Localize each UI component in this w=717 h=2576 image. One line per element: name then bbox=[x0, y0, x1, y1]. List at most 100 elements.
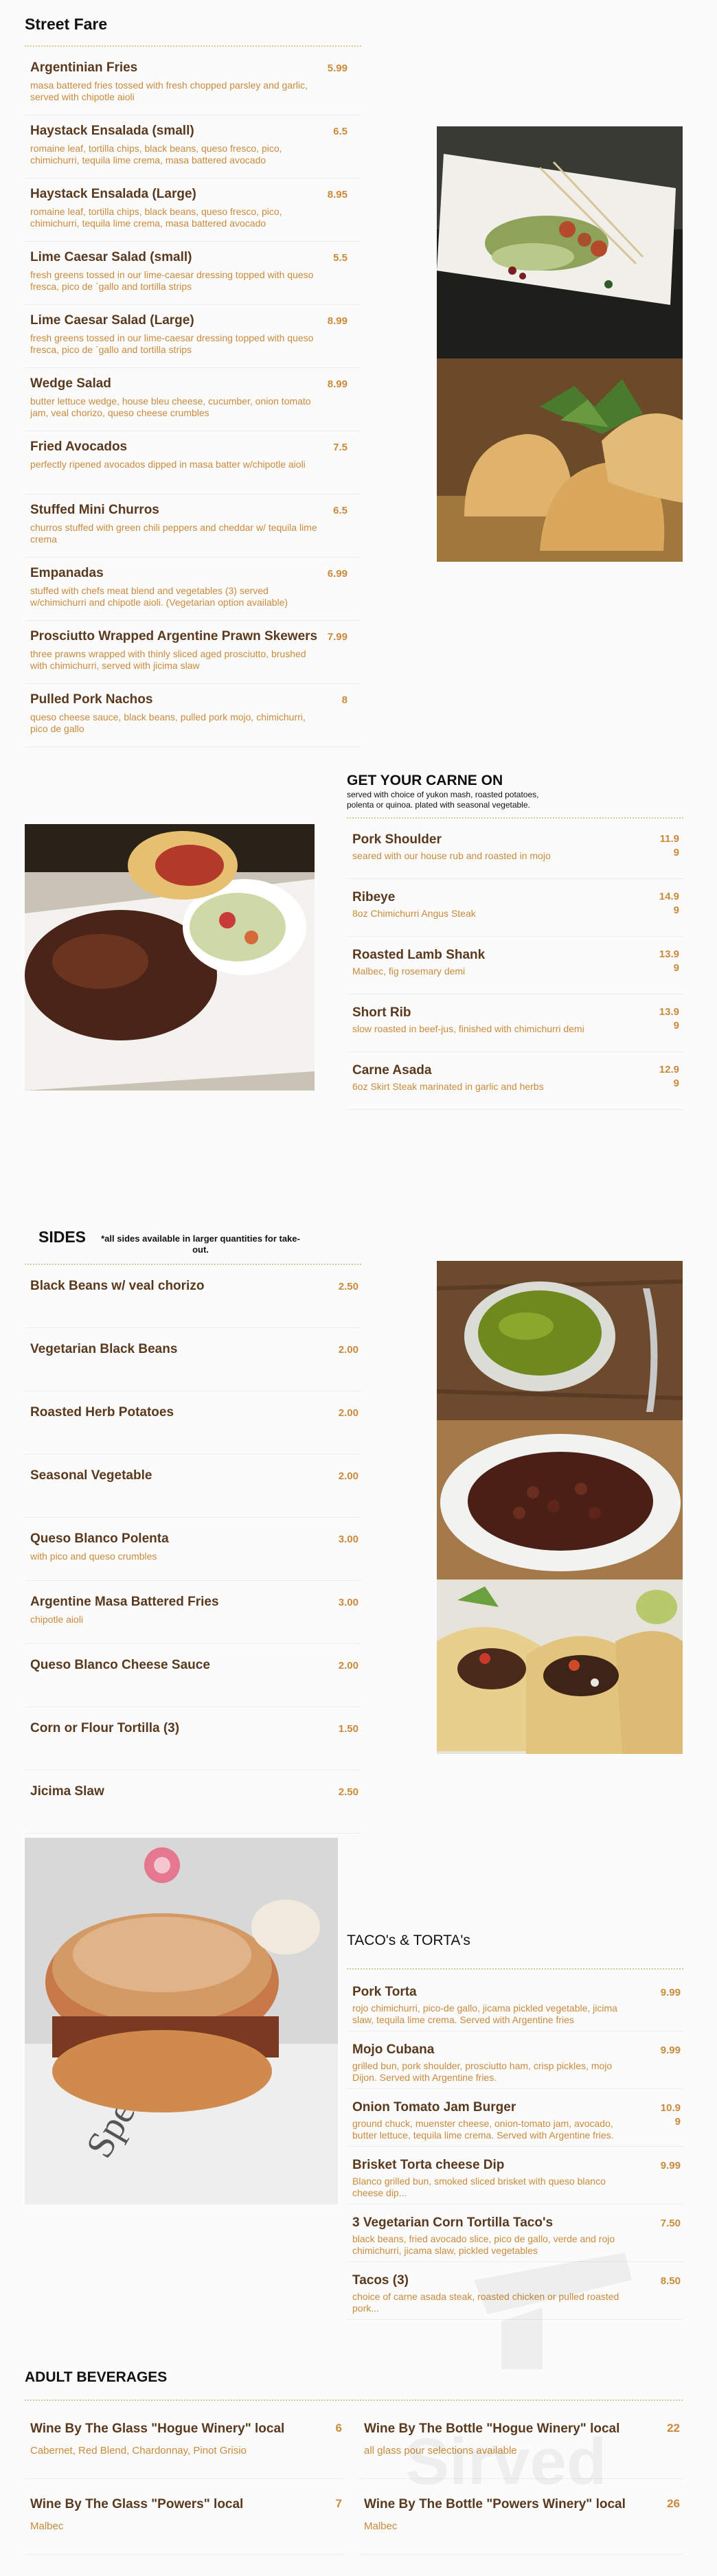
beverages-left-list: Wine By The Glass "Hogue Winery" local 6… bbox=[25, 2404, 345, 2555]
menu-item: Black Beans w/ veal chorizo 2.50 bbox=[25, 1265, 361, 1328]
item-price: 9.99 bbox=[660, 1987, 681, 1998]
item-desc: churros stuffed with green chili peppers… bbox=[30, 522, 317, 545]
menu-item: Wine By The Glass "Hogue Winery" local 6… bbox=[25, 2404, 345, 2479]
item-price: 3.00 bbox=[338, 1597, 358, 1608]
item-price: 2.00 bbox=[338, 1470, 358, 1482]
item-desc: queso cheese sauce, black beans, pulled … bbox=[30, 711, 306, 734]
burger-photo: Special bbox=[25, 1838, 338, 2204]
menu-item: Vegetarian Black Beans 2.00 bbox=[25, 1328, 361, 1391]
item-price: 6.99 bbox=[327, 568, 348, 580]
item-price: 8.95 bbox=[327, 189, 348, 201]
menu-item: Ribeye 14.99 8oz Chimichurri Angus Steak bbox=[347, 879, 683, 937]
item-desc: fresh greens tossed in our lime-caesar d… bbox=[30, 269, 314, 292]
item-price: 6 bbox=[335, 2421, 342, 2435]
item-name: Tacos (3) bbox=[352, 2273, 409, 2288]
item-name: Black Beans w/ veal chorizo bbox=[30, 1279, 205, 1293]
item-name: Empanadas bbox=[30, 566, 104, 580]
item-price: 13.99 bbox=[659, 1006, 679, 1031]
item-desc: Malbec, fig rosemary demi bbox=[352, 966, 466, 977]
menu-item: Empanadas 6.99 stuffed with chefs meat b… bbox=[25, 558, 361, 621]
item-price: 7 bbox=[335, 2497, 342, 2510]
item-name: Queso Blanco Cheese Sauce bbox=[30, 1658, 210, 1672]
item-desc: fresh greens tossed in our lime-caesar d… bbox=[30, 332, 314, 355]
tacos-title: TACO's & TORTA's bbox=[347, 1933, 470, 1948]
item-name: Haystack Ensalada (Large) bbox=[30, 187, 196, 201]
item-price: 2.00 bbox=[338, 1660, 358, 1672]
empanadas-photo bbox=[437, 358, 683, 562]
item-desc: masa battered fries tossed with fresh ch… bbox=[30, 80, 308, 102]
street-fare-divider bbox=[25, 45, 361, 47]
menu-item: Argentine Masa Battered Fries 3.00 chipo… bbox=[25, 1581, 361, 1644]
item-price: 2.50 bbox=[338, 1786, 358, 1798]
menu-item: Mojo Cubana 9.99 grilled bun, pork shoul… bbox=[347, 2031, 683, 2089]
menu-item: Pork Torta 9.99 rojo chimichurri, pico-d… bbox=[347, 1974, 683, 2031]
item-desc: perfectly ripened avocados dipped in mas… bbox=[30, 459, 306, 470]
item-name: Wine By The Glass "Hogue Winery" local bbox=[30, 2421, 285, 2436]
item-price: 13.99 bbox=[659, 948, 679, 974]
menu-item: Seasonal Vegetable 2.00 bbox=[25, 1455, 361, 1518]
item-price: 8.99 bbox=[327, 315, 348, 327]
item-desc: with pico and queso crumbles bbox=[30, 1551, 157, 1562]
watermark-text: Sirved bbox=[405, 2425, 607, 2498]
menu-item: Wedge Salad 8.99 butter lettuce wedge, h… bbox=[25, 368, 361, 431]
menu-item: Jicima Slaw 2.50 bbox=[25, 1770, 361, 1834]
menu-item: Lime Caesar Salad (small) 5.5 fresh gree… bbox=[25, 242, 361, 305]
carne-title: GET YOUR CARNE ON bbox=[347, 773, 503, 788]
menu-item: Fried Avocados 7.5 perfectly ripened avo… bbox=[25, 431, 361, 494]
menu-item: Lime Caesar Salad (Large) 8.99 fresh gre… bbox=[25, 305, 361, 368]
item-name: Seasonal Vegetable bbox=[30, 1468, 152, 1483]
item-price: 2.50 bbox=[338, 1281, 358, 1292]
item-name: Pork Torta bbox=[352, 1985, 417, 1999]
item-desc: rojo chimichurri, pico-de gallo, jicama … bbox=[352, 2003, 617, 2025]
item-price: 7.50 bbox=[660, 2218, 681, 2229]
sides-title: SIDES bbox=[38, 1228, 87, 1246]
carne-subtitle: served with choice of yukon mash, roaste… bbox=[347, 790, 539, 810]
skewers-photo bbox=[437, 126, 683, 358]
item-desc: ground chuck, muenster cheese, onion-tom… bbox=[352, 2118, 614, 2141]
menu-item: Carne Asada 12.99 6oz Skirt Steak marina… bbox=[347, 1052, 683, 1110]
menu-item: Pulled Pork Nachos 8 queso cheese sauce,… bbox=[25, 684, 361, 747]
menu-item: Stuffed Mini Churros 6.5 churros stuffed… bbox=[25, 494, 361, 558]
beverages-divider bbox=[25, 2400, 683, 2401]
menu-item: Haystack Ensalada (Large) 8.95 romaine l… bbox=[25, 179, 361, 242]
menu-item: Roasted Lamb Shank 13.99 Malbec, fig ros… bbox=[347, 937, 683, 994]
item-desc: slow roasted in beef-jus, finished with … bbox=[352, 1023, 584, 1034]
menu-item: Prosciutto Wrapped Argentine Prawn Skewe… bbox=[25, 621, 361, 684]
item-desc: Cabernet, Red Blend, Chardonnay, Pinot G… bbox=[30, 2445, 247, 2457]
sides-list: Black Beans w/ veal chorizo 2.50 Vegetar… bbox=[25, 1265, 361, 1834]
item-name: Roasted Lamb Shank bbox=[352, 948, 486, 962]
item-price: 11.99 bbox=[659, 833, 679, 858]
item-price: 5.99 bbox=[327, 62, 348, 74]
sides-note: *all sides available in larger quantitie… bbox=[101, 1233, 300, 1255]
item-desc: Blanco grilled bun, smoked sliced briske… bbox=[352, 2176, 606, 2198]
item-price: 2.00 bbox=[338, 1407, 358, 1419]
menu-item: Roasted Herb Potatoes 2.00 bbox=[25, 1391, 361, 1455]
item-price: 6.5 bbox=[333, 505, 348, 516]
item-name: Corn or Flour Tortilla (3) bbox=[30, 1721, 180, 1735]
menu-item: Queso Blanco Polenta 3.00 with pico and … bbox=[25, 1518, 361, 1581]
item-name: Onion Tomato Jam Burger bbox=[352, 2100, 516, 2115]
street-fare-list: Argentinian Fries 5.99 masa battered fri… bbox=[25, 52, 361, 747]
menu-item: Queso Blanco Cheese Sauce 2.00 bbox=[25, 1644, 361, 1707]
item-price: 7.99 bbox=[327, 631, 348, 643]
chimichurri-photo bbox=[437, 1261, 683, 1420]
item-price: 6.5 bbox=[333, 126, 348, 137]
menu-item: Onion Tomato Jam Burger 10.99 ground chu… bbox=[347, 2089, 683, 2147]
item-name: Vegetarian Black Beans bbox=[30, 1342, 178, 1356]
item-name: Wine By The Glass "Powers" local bbox=[30, 2497, 244, 2511]
item-price: 8.99 bbox=[327, 378, 348, 390]
menu-item: Haystack Ensalada (small) 6.5 romaine le… bbox=[25, 115, 361, 179]
item-desc: grilled bun, pork shoulder, prosciutto h… bbox=[352, 2060, 613, 2083]
menu-item: Corn or Flour Tortilla (3) 1.50 bbox=[25, 1707, 361, 1770]
item-price: 1.50 bbox=[338, 1723, 358, 1735]
tacos-photo bbox=[437, 1580, 683, 1754]
beverages-title: ADULT BEVERAGES bbox=[25, 2369, 168, 2385]
item-name: Prosciutto Wrapped Argentine Prawn Skewe… bbox=[30, 629, 318, 643]
item-desc: chipotle aioli bbox=[30, 1614, 84, 1625]
item-name: Queso Blanco Polenta bbox=[30, 1531, 169, 1546]
item-price: 8.50 bbox=[660, 2275, 681, 2287]
item-name: 3 Vegetarian Corn Tortilla Taco's bbox=[352, 2215, 554, 2230]
item-name: Pork Shoulder bbox=[352, 832, 442, 847]
item-desc: Malbec bbox=[364, 2520, 398, 2532]
item-name: Short Rib bbox=[352, 1005, 411, 1020]
